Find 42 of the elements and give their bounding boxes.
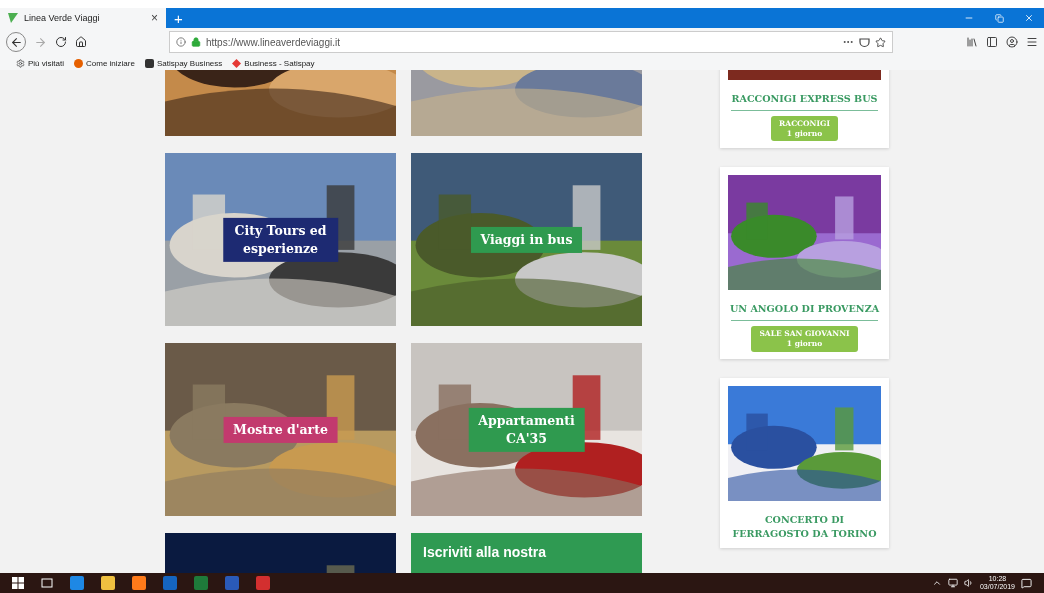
account-icon[interactable] (1006, 36, 1018, 48)
restore-icon (994, 13, 1004, 23)
monitor-icon[interactable] (947, 578, 958, 588)
bookmark-link[interactable]: Come iniziare (74, 58, 135, 68)
star-icon[interactable] (875, 36, 886, 48)
category-label[interactable]: Appartamenti CA'35 (468, 407, 585, 452)
new-tab-button[interactable]: + (166, 8, 191, 28)
volume-icon[interactable] (963, 578, 974, 588)
library-icon[interactable] (966, 36, 978, 48)
sidebar-icon[interactable] (986, 36, 998, 48)
menu-icon[interactable] (1026, 36, 1038, 48)
close-icon (1024, 13, 1034, 23)
chevron-up-icon[interactable] (931, 578, 942, 588)
home-button[interactable] (75, 36, 87, 48)
tour-title: CONCERTO DI FERRAGOSTO DA TORINO (731, 512, 878, 541)
leaf-icon (8, 13, 18, 23)
url-text: https://www.lineaverdeviaggi.it (206, 36, 341, 48)
app-icon (144, 58, 154, 68)
reload-button[interactable] (55, 36, 67, 48)
category-label[interactable]: Mostre d'arte (223, 416, 338, 443)
category-label[interactable]: City Tours ed esperienze (222, 217, 339, 262)
newsletter-heading: Iscriviti alla nostra (423, 543, 547, 562)
back-icon (9, 35, 23, 49)
globe-icon (74, 58, 83, 68)
bookmark-link[interactable]: Satispay Business (144, 58, 223, 68)
lock-icon (191, 37, 201, 47)
task-view-icon[interactable] (41, 577, 53, 589)
windows-icon[interactable] (12, 577, 24, 589)
close-tab-button[interactable]: × (151, 11, 158, 25)
tour-title: RACCONIGI EXPRESS BUS (731, 92, 878, 106)
notification-icon[interactable] (1021, 577, 1032, 589)
tab-title: Linea Verde Viaggi (24, 13, 101, 23)
diamond-icon (232, 58, 242, 68)
category-label[interactable]: Viaggi in bus (470, 226, 583, 253)
bookmark-link[interactable]: Più visitati (16, 58, 64, 68)
tour-title: UN ANGOLO DI PROVENZA (729, 302, 880, 317)
address-bar[interactable]: https://www.lineaverdeviaggi.it (169, 31, 893, 53)
tour-card[interactable]: CONCERTO DI FERRAGOSTO DA TORINO (720, 377, 889, 548)
browser-tab[interactable]: Linea Verde Viaggi × (0, 8, 166, 28)
gear-icon (16, 58, 25, 68)
pocket-icon[interactable] (859, 36, 870, 48)
bookmark-link[interactable]: Business - Satispay (232, 58, 315, 68)
